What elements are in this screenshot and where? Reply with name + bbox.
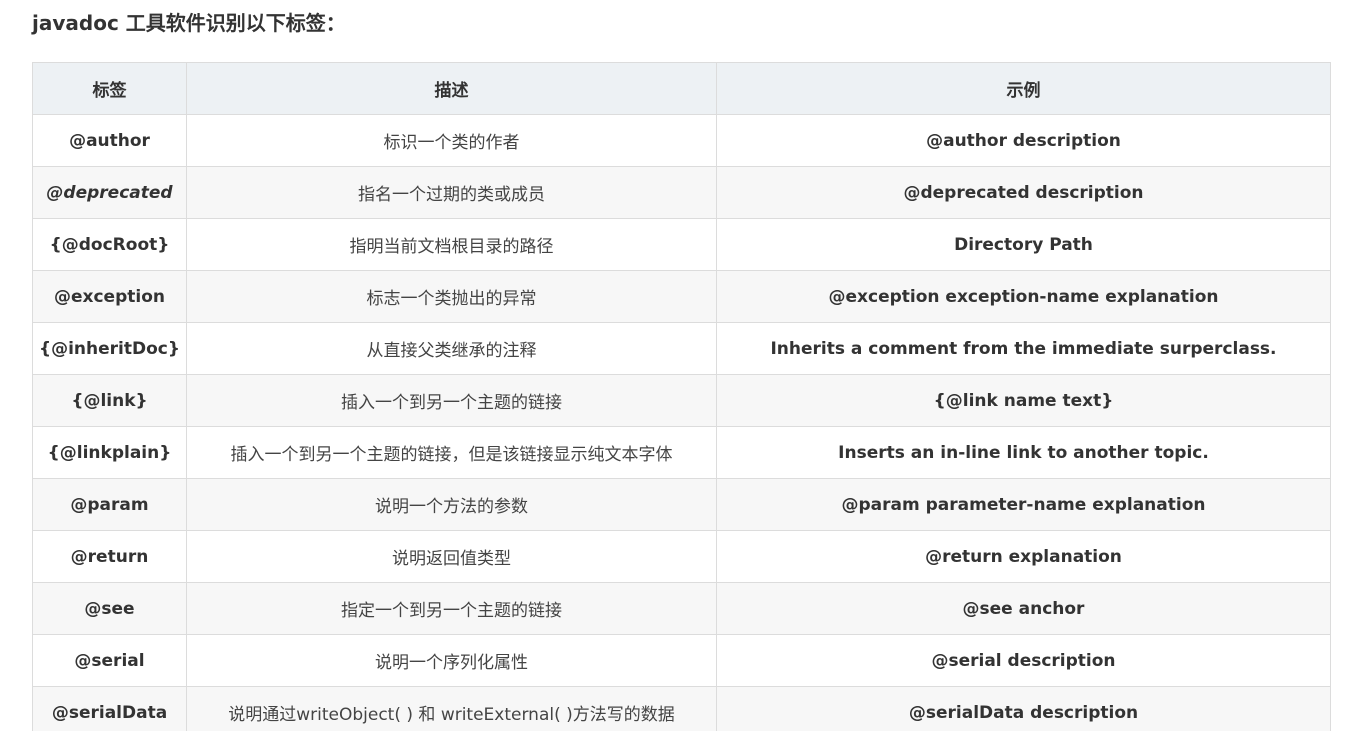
description-cell: 说明返回值类型: [186, 530, 717, 583]
example-cell: Inserts an in-line link to another topic…: [716, 426, 1331, 479]
table-row: @param 说明一个方法的参数 @param parameter-name e…: [32, 478, 1331, 531]
description-cell: 从直接父类继承的注释: [186, 322, 717, 375]
description-cell: 指明当前文档根目录的路径: [186, 218, 717, 271]
example-cell: Inherits a comment from the immediate su…: [716, 322, 1331, 375]
table-row: @deprecated 指名一个过期的类或成员 @deprecated desc…: [32, 166, 1331, 219]
example-cell: @see anchor: [716, 582, 1331, 635]
tag-cell: {@linkplain}: [32, 426, 187, 479]
description-cell: 说明通过writeObject( ) 和 writeExternal( )方法写…: [186, 686, 717, 731]
example-cell: Directory Path: [716, 218, 1331, 271]
table-row: {@inheritDoc} 从直接父类继承的注释 Inherits a comm…: [32, 322, 1331, 375]
example-cell: {@link name text}: [716, 374, 1331, 427]
table-row: @see 指定一个到另一个主题的链接 @see anchor: [32, 582, 1331, 635]
tag-cell: @exception: [32, 270, 187, 323]
tag-cell: @return: [32, 530, 187, 583]
table-row: @serial 说明一个序列化属性 @serial description: [32, 634, 1331, 687]
header-tag: 标签: [32, 62, 187, 115]
table-row: {@linkplain} 插入一个到另一个主题的链接，但是该链接显示纯文本字体 …: [32, 426, 1331, 479]
example-cell: @param parameter-name explanation: [716, 478, 1331, 531]
description-cell: 指名一个过期的类或成员: [186, 166, 717, 219]
description-cell: 标识一个类的作者: [186, 114, 717, 167]
table-header-row: 标签 描述 示例: [32, 62, 1331, 115]
example-cell: @exception exception-name explanation: [716, 270, 1331, 323]
table-row: @serialData 说明通过writeObject( ) 和 writeEx…: [32, 686, 1331, 731]
description-cell: 插入一个到另一个主题的链接，但是该链接显示纯文本字体: [186, 426, 717, 479]
table-row: @author 标识一个类的作者 @author description: [32, 114, 1331, 167]
tag-cell: @deprecated: [32, 166, 187, 219]
example-cell: @serialData description: [716, 686, 1331, 731]
description-cell: 标志一个类抛出的异常: [186, 270, 717, 323]
description-cell: 说明一个方法的参数: [186, 478, 717, 531]
tag-cell: {@docRoot}: [32, 218, 187, 271]
tag-cell: @param: [32, 478, 187, 531]
section-heading: javadoc 工具软件识别以下标签：: [32, 11, 346, 35]
description-cell: 说明一个序列化属性: [186, 634, 717, 687]
tag-cell: @serial: [32, 634, 187, 687]
tag-cell: @serialData: [32, 686, 187, 731]
description-cell: 插入一个到另一个主题的链接: [186, 374, 717, 427]
javadoc-tags-table: 标签 描述 示例 @author 标识一个类的作者 @author descri…: [32, 62, 1331, 731]
example-cell: @deprecated description: [716, 166, 1331, 219]
tag-cell: {@link}: [32, 374, 187, 427]
table-row: @exception 标志一个类抛出的异常 @exception excepti…: [32, 270, 1331, 323]
header-example: 示例: [716, 62, 1331, 115]
example-cell: @author description: [716, 114, 1331, 167]
description-cell: 指定一个到另一个主题的链接: [186, 582, 717, 635]
header-description: 描述: [186, 62, 717, 115]
table-row: {@link} 插入一个到另一个主题的链接 {@link name text}: [32, 374, 1331, 427]
example-cell: @return explanation: [716, 530, 1331, 583]
tag-cell: {@inheritDoc}: [32, 322, 187, 375]
example-cell: @serial description: [716, 634, 1331, 687]
tag-cell: @see: [32, 582, 187, 635]
tag-cell: @author: [32, 114, 187, 167]
table-row: {@docRoot} 指明当前文档根目录的路径 Directory Path: [32, 218, 1331, 271]
table-row: @return 说明返回值类型 @return explanation: [32, 530, 1331, 583]
